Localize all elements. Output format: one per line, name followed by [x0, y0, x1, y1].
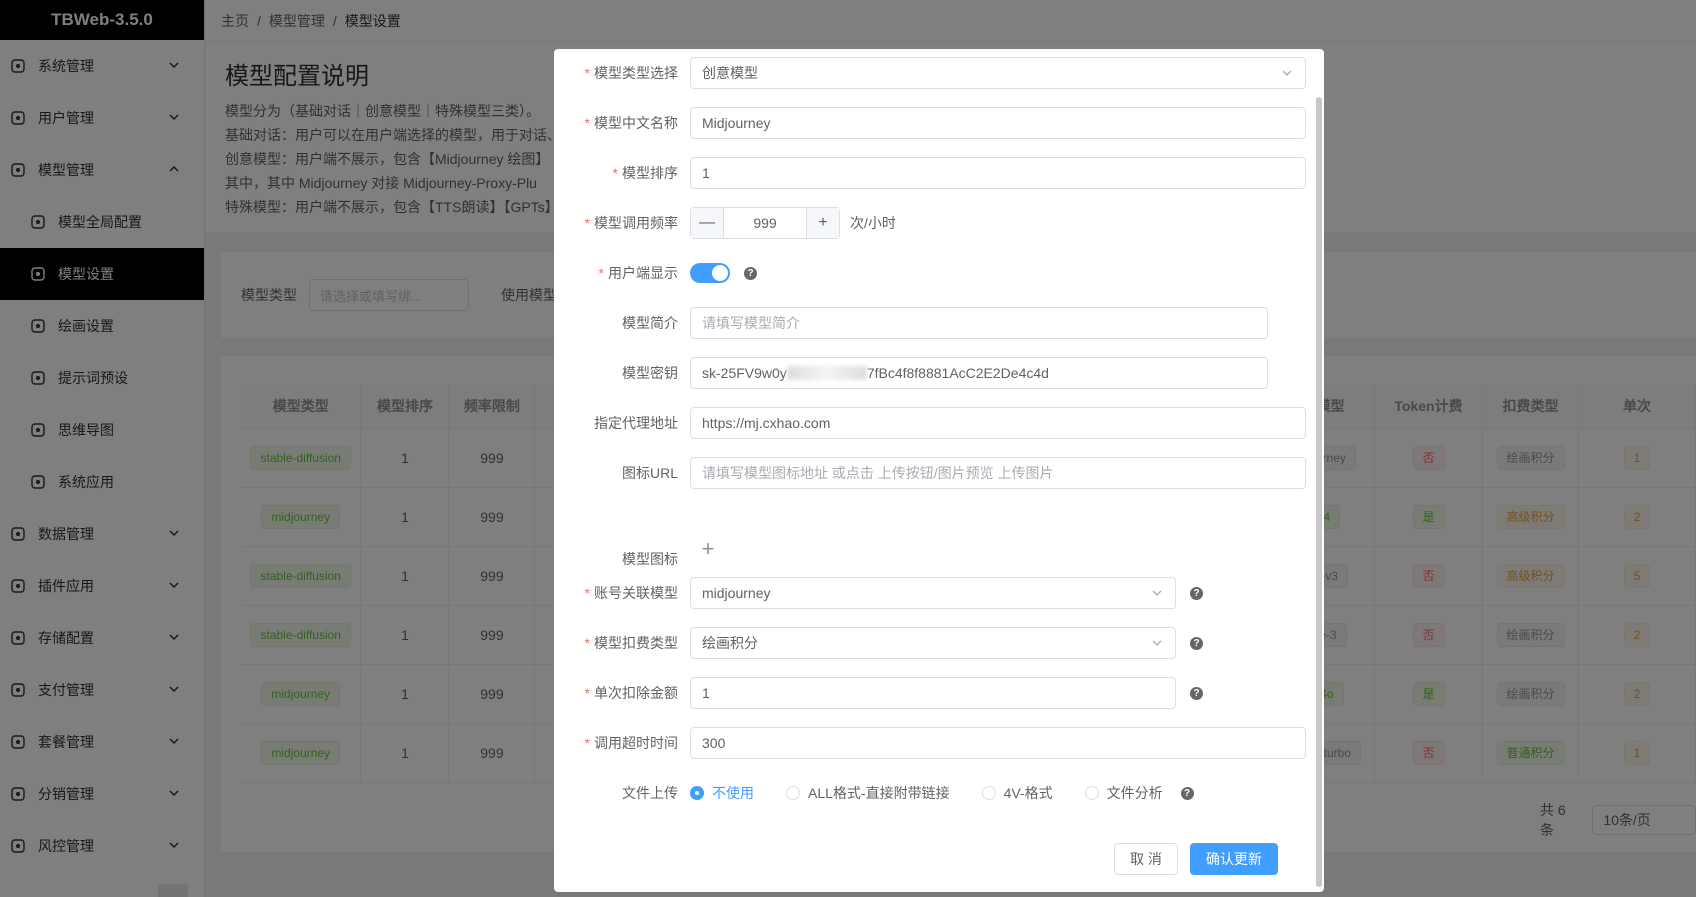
icon-url-input[interactable]: 请填写模型图标地址 或点击 上传按钮/图片预览 上传图片 — [690, 457, 1306, 489]
upload-option-3[interactable]: 文件分析 — [1084, 783, 1163, 803]
form-row-cn-name: * 模型中文名称 Midjourney — [554, 107, 1306, 139]
form-row-proxy: 指定代理地址 https://mj.cxhao.com — [554, 407, 1306, 439]
icon-upload-button[interactable]: + — [690, 531, 726, 567]
frequency-decrease-button[interactable]: — — [691, 208, 723, 238]
form-row-key: 模型密钥 sk-25FV9w0y 7fBc4f8f8881AcC2E2De4c4d — [554, 357, 1268, 389]
chevron-down-icon — [1282, 70, 1292, 76]
upload-option-1[interactable]: ALL格式-直接附带链接 — [786, 783, 950, 803]
proxy-url-input[interactable]: https://mj.cxhao.com — [690, 407, 1306, 439]
form-row-icon-url: 图标URL 请填写模型图标地址 或点击 上传按钮/图片预览 上传图片 — [554, 457, 1306, 489]
form-row-account-model: * 账号关联模型 midjourney ? — [554, 577, 1203, 609]
chevron-down-icon — [1152, 590, 1162, 596]
help-icon[interactable]: ? — [744, 266, 757, 280]
radio-label: 4V-格式 — [1003, 785, 1053, 801]
help-icon[interactable]: ? — [1190, 636, 1203, 650]
single-charge-input[interactable]: 1 — [690, 677, 1176, 709]
form-row-model-type: * 模型类型选择 创意模型 — [554, 57, 1306, 89]
form-row-single-charge: * 单次扣除金额 1 ? — [554, 677, 1203, 709]
account-model-select[interactable]: midjourney — [690, 577, 1176, 609]
frequency-unit: 次/小时 — [850, 215, 896, 231]
radio-dot — [690, 786, 704, 800]
form-row-timeout: * 调用超时时间 300 — [554, 727, 1306, 759]
upload-option-0[interactable]: 不使用 — [690, 783, 754, 803]
radio-label: 文件分析 — [1106, 785, 1163, 801]
frequency-stepper: — 999 + — [690, 207, 840, 239]
model-type-select[interactable]: 创意模型 — [690, 57, 1306, 89]
form-row-charge-type: * 模型扣费类型 绘画积分 ? — [554, 627, 1203, 659]
form-row-order: * 模型排序 1 — [554, 157, 1306, 189]
upload-radio-group: 不使用 ALL格式-直接附带链接 4V-格式 文件分析 — [690, 783, 1195, 803]
form-row-frequency: * 模型调用频率 — 999 + 次/小时 — [554, 207, 896, 239]
chevron-down-icon — [1152, 640, 1162, 646]
form-row-client-show: * 用户端显示 ? — [554, 257, 757, 289]
redacted-blur — [786, 366, 867, 380]
intro-input[interactable]: 请填写模型简介 — [690, 307, 1268, 339]
radio-dot — [981, 786, 996, 800]
cancel-button[interactable]: 取 消 — [1114, 843, 1178, 875]
radio-dot — [1084, 786, 1099, 800]
frequency-value[interactable]: 999 — [723, 208, 807, 238]
timeout-input[interactable]: 300 — [690, 727, 1306, 759]
radio-dot — [786, 786, 800, 800]
help-icon[interactable]: ? — [1180, 786, 1194, 800]
dialog-footer: 取 消 确认更新 — [1114, 843, 1278, 875]
upload-option-2[interactable]: 4V-格式 — [981, 783, 1053, 803]
api-key-input[interactable]: sk-25FV9w0y 7fBc4f8f8881AcC2E2De4c4d — [690, 357, 1268, 389]
form-row-upload: 文件上传 不使用 ALL格式-直接附带链接 4V-格式 文件分析 ? — [554, 777, 1194, 809]
help-icon[interactable]: ? — [1190, 586, 1203, 600]
client-show-switch[interactable] — [690, 263, 730, 283]
help-icon[interactable]: ? — [1190, 686, 1203, 700]
form-row-intro: 模型简介 请填写模型简介 — [554, 307, 1268, 339]
order-input[interactable]: 1 — [690, 157, 1306, 189]
dialog-scrollbar[interactable] — [1316, 97, 1322, 887]
form-row-icon: 模型图标 + — [554, 527, 726, 571]
frequency-increase-button[interactable]: + — [807, 208, 839, 238]
radio-label: 不使用 — [712, 785, 754, 801]
confirm-update-button[interactable]: 确认更新 — [1189, 843, 1278, 875]
radio-label: ALL格式-直接附带链接 — [808, 785, 950, 801]
model-edit-dialog: * 模型类型选择 创意模型 * 模型中文名称 Midjourney * 模型排序 1 … — [554, 49, 1324, 892]
charge-type-select[interactable]: 绘画积分 — [690, 627, 1176, 659]
cn-name-input[interactable]: Midjourney — [690, 107, 1306, 139]
